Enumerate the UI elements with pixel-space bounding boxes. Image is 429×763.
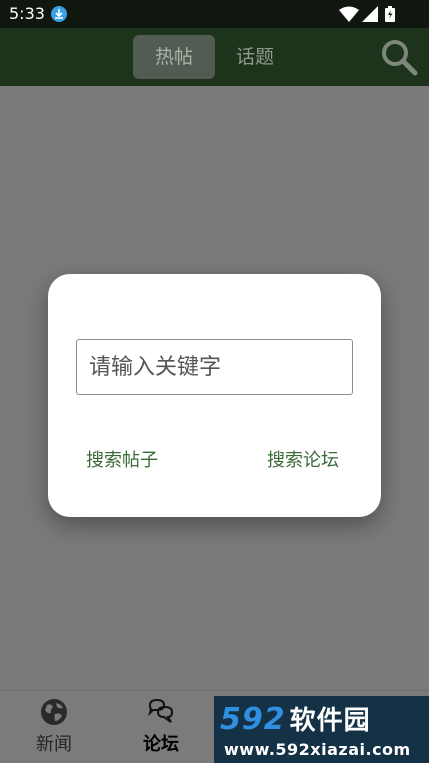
- search-dialog: 搜索帖子 搜索论坛: [48, 274, 381, 517]
- cellular-signal-icon: [362, 6, 378, 22]
- nav-item-news[interactable]: 新闻: [24, 697, 84, 759]
- search-button[interactable]: [380, 38, 418, 76]
- status-bar: 5:33: [0, 0, 429, 28]
- globe-icon: [41, 699, 67, 725]
- chat-bubbles-icon: [148, 698, 174, 723]
- keyword-input[interactable]: [76, 339, 353, 395]
- watermark-number: 592: [220, 702, 286, 737]
- watermark-brand-cn: 软件园: [289, 706, 371, 736]
- tab-hot-posts[interactable]: 热帖: [133, 35, 215, 79]
- search-posts-button[interactable]: 搜索帖子: [86, 446, 158, 472]
- watermark-url: www.592xiazai.com: [224, 740, 411, 759]
- nav-label-news: 新闻: [36, 734, 72, 755]
- nav-item-forum[interactable]: 论坛: [131, 697, 191, 759]
- battery-icon: [385, 6, 395, 22]
- tab-topics[interactable]: 话题: [222, 35, 288, 79]
- status-time: 5:33: [9, 4, 45, 23]
- top-app-bar: 热帖 话题: [0, 28, 429, 86]
- search-icon: [382, 40, 418, 76]
- wifi-icon: [339, 6, 359, 22]
- search-forum-button[interactable]: 搜索论坛: [267, 446, 339, 472]
- watermark-logo: 592 软件园 www.592xiazai.com: [214, 696, 429, 763]
- nav-label-forum: 论坛: [143, 734, 179, 755]
- watermark-brand: 592 软件园: [220, 700, 371, 737]
- download-notification-icon: [51, 6, 67, 22]
